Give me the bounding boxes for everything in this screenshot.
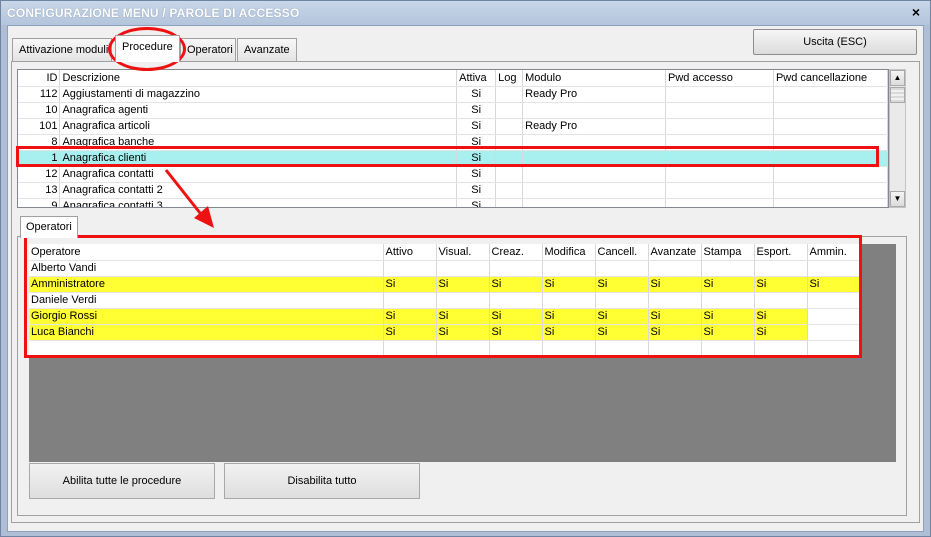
procedure-cell[interactable]: [665, 86, 774, 103]
procedure-cell[interactable]: [773, 182, 888, 199]
procedure-cell[interactable]: 13: [18, 182, 61, 199]
procedure-cell[interactable]: Si: [456, 198, 497, 207]
procedure-cell[interactable]: [495, 118, 524, 135]
procedures-col-header[interactable]: ID: [18, 70, 61, 87]
procedure-cell[interactable]: 12: [18, 166, 61, 183]
exit-button[interactable]: Uscita (ESC): [753, 29, 917, 55]
procedure-cell[interactable]: 101: [18, 118, 61, 135]
procedure-cell[interactable]: [773, 86, 888, 103]
annotation-box-selected-row: [16, 146, 879, 167]
annotation-arrow-icon: [164, 169, 214, 228]
procedure-cell[interactable]: [773, 118, 888, 135]
procedure-cell[interactable]: 9: [18, 198, 61, 207]
procedure-cell[interactable]: Anagrafica articoli: [59, 118, 458, 135]
procedures-col-header[interactable]: Modulo: [522, 70, 667, 87]
procedure-row[interactable]: 10 Anagrafica agenti Si: [18, 102, 888, 119]
procedure-cell[interactable]: [665, 166, 774, 183]
procedure-cell[interactable]: 10: [18, 102, 61, 119]
tab-procedure[interactable]: Procedure: [115, 35, 180, 62]
procedure-cell[interactable]: 112: [18, 86, 61, 103]
procedure-row[interactable]: 12 Anagrafica contatti Si: [18, 166, 888, 183]
procedure-cell[interactable]: Si: [456, 102, 497, 119]
procedures-col-header[interactable]: Pwd cancellazione: [773, 70, 888, 87]
annotation-box-operators: [24, 235, 862, 358]
procedure-cell[interactable]: Aggiustamenti di magazzino: [59, 86, 458, 103]
procedure-row[interactable]: 13 Anagrafica contatti 2 Si: [18, 182, 888, 199]
tab-operatori[interactable]: Operatori: [180, 38, 236, 62]
procedure-cell[interactable]: Anagrafica agenti: [59, 102, 458, 119]
procedure-cell[interactable]: [495, 182, 524, 199]
procedure-cell[interactable]: [522, 198, 667, 207]
procedure-cell[interactable]: Anagrafica contatti 2: [59, 182, 458, 199]
procedure-cell[interactable]: Si: [456, 118, 497, 135]
enable-all-button[interactable]: Abilita tutte le procedure: [29, 463, 215, 499]
procedures-col-header[interactable]: Attiva: [456, 70, 497, 87]
title-bar: CONFIGURAZIONE MENU / PAROLE DI ACCESSO …: [1, 1, 930, 25]
procedure-row[interactable]: 112 Aggiustamenti di magazzino Si Ready Pro: [18, 86, 888, 103]
procedure-cell[interactable]: [665, 118, 774, 135]
procedure-cell[interactable]: Si: [456, 182, 497, 199]
procedure-cell[interactable]: Si: [456, 166, 497, 183]
scroll-thumb[interactable]: [890, 87, 905, 103]
procedure-cell[interactable]: [773, 102, 888, 119]
procedure-cell[interactable]: Ready Pro: [522, 118, 667, 135]
procedure-cell[interactable]: [495, 198, 524, 207]
procedure-cell[interactable]: [773, 198, 888, 207]
tab-avanzate[interactable]: Avanzate: [237, 38, 297, 62]
procedure-cell[interactable]: [665, 102, 774, 119]
window-title: CONFIGURAZIONE MENU / PAROLE DI ACCESSO: [7, 6, 300, 20]
procedure-cell[interactable]: [773, 166, 888, 183]
tab-attivazione-moduli[interactable]: Attivazione moduli: [12, 38, 112, 62]
close-icon[interactable]: ×: [908, 4, 924, 20]
procedure-cell[interactable]: Anagrafica contatti 3: [59, 198, 458, 207]
procedure-cell[interactable]: [495, 102, 524, 119]
procedure-cell[interactable]: [522, 166, 667, 183]
procedure-cell[interactable]: [522, 182, 667, 199]
procedure-cell[interactable]: [665, 198, 774, 207]
procedures-col-header[interactable]: Log: [495, 70, 524, 87]
procedure-cell[interactable]: Anagrafica contatti: [59, 166, 458, 183]
procedure-cell[interactable]: [495, 86, 524, 103]
tab-operatori-sub[interactable]: Operatori: [20, 216, 78, 238]
procedure-row[interactable]: 9 Anagrafica contatti 3 Si: [18, 198, 888, 207]
procedure-cell[interactable]: [495, 166, 524, 183]
scroll-up-icon[interactable]: ▲: [890, 70, 905, 86]
procedure-cell[interactable]: Si: [456, 86, 497, 103]
procedures-scrollbar[interactable]: ▲ ▼: [889, 69, 906, 208]
procedure-cell[interactable]: [665, 182, 774, 199]
procedure-row[interactable]: 101 Anagrafica articoli Si Ready Pro: [18, 118, 888, 135]
procedure-cell[interactable]: [522, 102, 667, 119]
procedures-col-header[interactable]: Descrizione: [59, 70, 458, 87]
scroll-down-icon[interactable]: ▼: [890, 191, 905, 207]
procedure-cell[interactable]: Ready Pro: [522, 86, 667, 103]
procedures-col-header[interactable]: Pwd accesso: [665, 70, 774, 87]
procedures-grid[interactable]: ID Descrizione Attiva Log Modulo Pwd accesso P…: [17, 69, 889, 208]
disable-all-button[interactable]: Disabilita tutto: [224, 463, 420, 499]
